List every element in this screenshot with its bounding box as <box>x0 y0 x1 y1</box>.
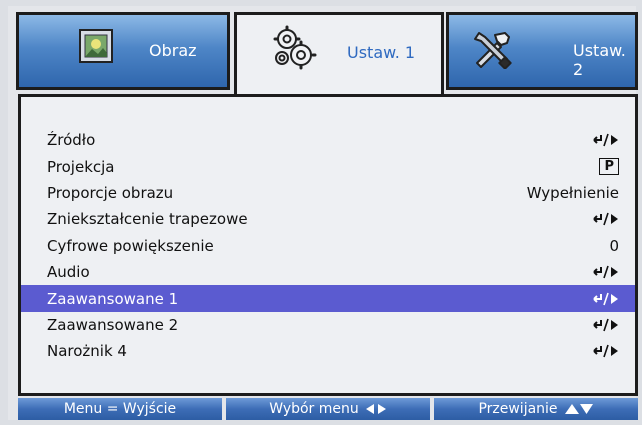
osd-menu: Obraz Ustaw. 1 Ustaw. 2 Źródło Projekcja… <box>8 6 638 420</box>
tab-obraz-label: Obraz <box>149 41 197 60</box>
menu-item-label: Projekcja <box>47 157 115 176</box>
tab-ustaw-1-label: Ustaw. 1 <box>347 43 416 62</box>
scroll-label: Przewijanie <box>478 401 558 417</box>
menu-item-label: Źródło <box>47 131 96 150</box>
tools-icon <box>471 29 513 73</box>
tab-obraz[interactable]: Obraz <box>16 12 230 90</box>
left-right-arrows-icon <box>365 403 387 415</box>
menu-item-label: Proporcje obrazu <box>47 183 174 202</box>
select-menu-label: Wybór menu <box>269 401 359 417</box>
menu-item-label: Narożnik 4 <box>47 342 127 361</box>
enter-arrow-icon <box>591 265 619 279</box>
scroll-hint[interactable]: Przewijanie <box>434 398 638 420</box>
menu-item-znieksztalcenie-trapezowe[interactable]: Zniekształcenie trapezowe <box>21 206 635 232</box>
menu-exit-hint[interactable]: Menu = Wyjście <box>18 398 222 420</box>
menu-item-label: Zaawansowane 2 <box>47 315 179 334</box>
picture-icon <box>79 29 113 67</box>
menu-panel: Źródło Projekcja P Proporcje obrazu Wype… <box>18 94 638 396</box>
menu-item-proporcje-obrazu[interactable]: Proporcje obrazu Wypełnienie <box>21 180 635 206</box>
up-down-arrows-icon <box>564 403 594 415</box>
menu-item-audio[interactable]: Audio <box>21 259 635 285</box>
enter-arrow-icon <box>591 212 619 226</box>
enter-arrow-icon <box>591 133 619 147</box>
menu-item-zaawansowane-2[interactable]: Zaawansowane 2 <box>21 312 635 338</box>
gears-icon <box>271 25 317 75</box>
footer-hint-bar: Menu = Wyjście Wybór menu Przewijanie <box>18 398 638 420</box>
menu-item-label: Zniekształcenie trapezowe <box>47 210 248 229</box>
menu-item-label: Cyfrowe powiększenie <box>47 236 214 255</box>
enter-arrow-icon <box>591 318 619 332</box>
menu-item-cyfrowe-powiekszenie[interactable]: Cyfrowe powiększenie 0 <box>21 233 635 259</box>
menu-item-zaawansowane-1[interactable]: Zaawansowane 1 <box>21 285 635 312</box>
tab-ustaw-1[interactable]: Ustaw. 1 <box>234 12 444 94</box>
enter-arrow-icon <box>591 344 619 358</box>
aspect-ratio-value: Wypełnienie <box>526 183 619 202</box>
tab-ustaw-2[interactable]: Ustaw. 2 <box>446 12 638 90</box>
enter-arrow-icon <box>591 292 619 306</box>
projection-mode-value: P <box>599 158 619 176</box>
menu-item-label: Zaawansowane 1 <box>47 289 179 308</box>
digital-zoom-value: 0 <box>609 236 619 255</box>
menu-item-zrodlo[interactable]: Źródło <box>21 127 635 153</box>
menu-item-naroznik-4[interactable]: Narożnik 4 <box>21 338 635 364</box>
tab-ustaw-2-label: Ustaw. 2 <box>573 41 626 79</box>
menu-exit-label: Menu = Wyjście <box>63 401 177 417</box>
menu-item-label: Audio <box>47 263 90 282</box>
menu-item-projekcja[interactable]: Projekcja P <box>21 153 635 179</box>
select-menu-hint[interactable]: Wybór menu <box>226 398 430 420</box>
